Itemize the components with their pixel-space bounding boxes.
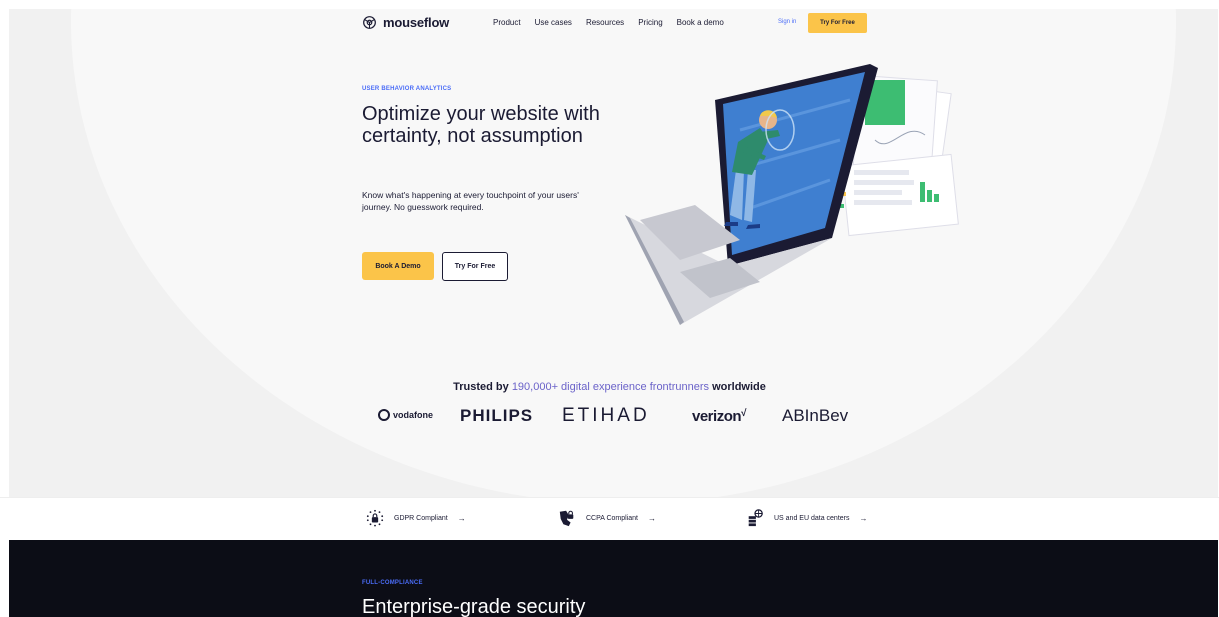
hero-eyebrow: USER BEHAVIOR ANALYTICS xyxy=(362,86,452,92)
nav-links: Product Use cases Resources Pricing Book… xyxy=(493,18,724,27)
logo[interactable]: mouseflow xyxy=(362,15,449,30)
hero-headline: Optimize your website with certainty, no… xyxy=(362,103,600,147)
top-navbar: mouseflow Product Use cases Resources Pr… xyxy=(0,0,1219,40)
arrow-right-icon: → xyxy=(648,513,657,523)
ccpa-lock-icon xyxy=(559,510,574,527)
trusted-highlight: 190,000+ digital experience frontrunners xyxy=(511,381,710,393)
arrow-right-icon: → xyxy=(859,513,868,523)
vodafone-logo: vodafone xyxy=(378,409,433,421)
gdpr-label: GDPR Compliant xyxy=(394,514,448,522)
ccpa-compliance-link[interactable]: CCPA Compliant → xyxy=(558,509,656,527)
data-centers-label: US and EU data centers xyxy=(774,514,850,522)
nav-try-free-button[interactable]: Try For Free xyxy=(808,13,867,33)
trusted-suffix: worldwide xyxy=(712,381,766,393)
trusted-statement: Trusted by 190,000+ digital experience f… xyxy=(0,381,1219,393)
nav-link-pricing[interactable]: Pricing xyxy=(638,18,662,27)
verizon-check-icon: √ xyxy=(741,408,747,419)
nav-link-resources[interactable]: Resources xyxy=(586,18,624,27)
gdpr-compliance-link[interactable]: GDPR Compliant → xyxy=(366,509,466,527)
verizon-logo: verizon√ xyxy=(692,408,747,425)
abinbev-logo: ABInBev xyxy=(782,406,849,425)
sign-in-link[interactable]: Sign in xyxy=(778,19,796,25)
brand-name: mouseflow xyxy=(383,15,450,30)
laptop-illustration xyxy=(625,64,959,325)
ccpa-label: CCPA Compliant xyxy=(586,514,639,522)
book-demo-button[interactable]: Book A Demo xyxy=(362,252,434,280)
security-section: FULL-COMPLIANCE Enterprise-grade securit… xyxy=(9,540,1218,617)
etihad-logo: ETIHAD xyxy=(562,405,650,426)
mouseflow-logo-icon xyxy=(363,16,376,29)
philips-logo: PHILIPS xyxy=(460,406,534,425)
trusted-prefix: Trusted by xyxy=(453,381,509,393)
try-free-button[interactable]: Try For Free xyxy=(442,252,508,281)
arrow-right-icon: → xyxy=(457,513,466,523)
security-title: Enterprise-grade security xyxy=(362,596,586,617)
security-eyebrow: FULL-COMPLIANCE xyxy=(362,580,423,586)
nav-link-book-demo[interactable]: Book a demo xyxy=(677,18,724,27)
nav-link-product[interactable]: Product xyxy=(493,18,521,27)
gdpr-lock-icon xyxy=(366,509,384,527)
data-center-icon xyxy=(748,509,763,527)
nav-link-use-cases[interactable]: Use cases xyxy=(535,18,572,27)
vodafone-mark-icon xyxy=(378,409,390,421)
hero-lead: Know what's happening at every touchpoin… xyxy=(362,190,579,212)
data-centers-link[interactable]: US and EU data centers → xyxy=(746,509,868,527)
